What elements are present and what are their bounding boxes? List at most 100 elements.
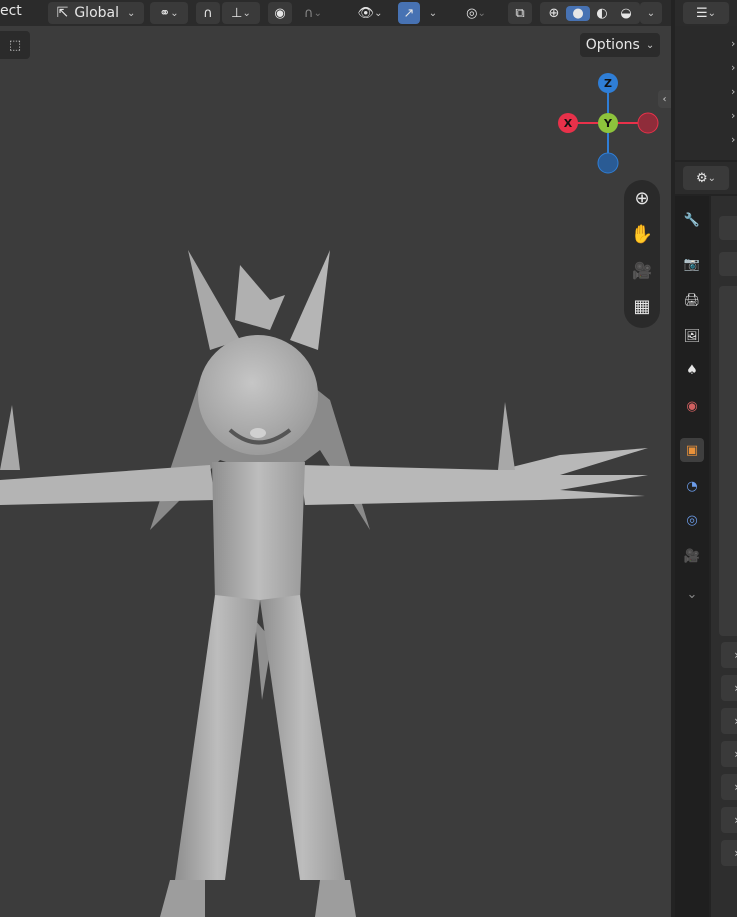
viewport-header: ect ⇱ Global ⌄ ⚭ ⌄ ∩ ⊥ ⌄ ◉ ∩ ⌄ 👁 ⌄ ↗ ⌄ ◎ ⌄ ⧉ …	[0, 0, 671, 26]
z-axis-label: Z	[604, 77, 612, 90]
grid-view-icon: ▦	[633, 295, 651, 317]
transform-panel[interactable]	[719, 286, 737, 636]
scene-icon: ♠	[686, 362, 698, 378]
snap-increment-icon: ⊥	[231, 5, 243, 21]
properties-icon: ⚙	[695, 170, 708, 186]
chevron-down-icon: ⌄	[707, 172, 717, 184]
tab-tool[interactable]: 🔧	[680, 208, 704, 232]
chevron-down-icon: ⌄	[313, 7, 322, 19]
camera-view-button[interactable]: 🎥	[628, 256, 656, 284]
gizmo-dropdown[interactable]: ⌄	[422, 2, 444, 24]
orientation-icon: ⇱	[56, 5, 69, 21]
tab-output[interactable]: 🖨	[680, 288, 704, 312]
y-axis-label: Y	[603, 117, 613, 130]
properties-header: ⚙ ⌄	[675, 162, 737, 194]
zoom-icon: ⊕	[634, 187, 650, 209]
chevron-down-icon: ⌄	[707, 7, 717, 19]
neg-x-axis-handle[interactable]	[637, 112, 659, 134]
tab-render[interactable]: 📷	[680, 252, 704, 276]
navigation-gizmo[interactable]: Z X Y	[555, 70, 661, 176]
properties-editor-dropdown[interactable]: ⚙ ⌄	[683, 166, 729, 190]
overlays-icon: ◎	[466, 5, 478, 21]
pivot-icon: ⚭	[159, 5, 171, 21]
camera-view-icon: 🎥	[632, 260, 652, 280]
outliner-header: ☰ ⌄	[675, 0, 737, 26]
chevron-down-icon: ⌄	[477, 7, 486, 19]
modifier-icon: ◔	[686, 478, 698, 494]
chevron-down-icon: ⌄	[428, 7, 438, 19]
snap-target-dropdown[interactable]: ⊥ ⌄	[222, 2, 260, 24]
options-label: Options	[585, 37, 640, 53]
output-icon: 🖨	[683, 292, 701, 308]
right-editors: ☰⌄ ››››› ⚙⌄ 🔧 📷 🖨 🖼 ♠ ◉ ▣ ◔ ◎ 🎥 ⌄ › › › …	[671, 0, 737, 917]
view-layer-icon: 🖼	[683, 328, 701, 344]
chevron-down-icon: ⌄	[170, 7, 179, 19]
snap-toggle[interactable]: ∩	[196, 2, 220, 24]
render-icon: 📷	[683, 256, 701, 272]
outliner[interactable]: › › › › ›	[675, 26, 737, 160]
data-name-field[interactable]	[719, 252, 737, 276]
gizmo-toggle[interactable]: ↗	[398, 2, 420, 24]
zoom-button[interactable]: ⊕	[628, 184, 656, 212]
select-box-tool[interactable]: ⬚	[0, 31, 30, 59]
sidebar-toggle[interactable]: ‹	[658, 90, 671, 108]
rendered-shading-icon[interactable]: ◒	[614, 6, 638, 21]
tab-physics[interactable]: 🎥	[680, 544, 704, 568]
chevron-down-icon: ⌄	[127, 7, 136, 19]
outliner-icon: ☰	[695, 5, 708, 21]
tab-particles[interactable]: ◎	[680, 508, 704, 532]
wireframe-shading-icon[interactable]: ⊕	[542, 6, 566, 21]
chevron-left-icon: ‹	[662, 93, 667, 105]
outliner-rows: › › › › ›	[731, 37, 736, 146]
tab-more[interactable]: ⌄	[680, 582, 704, 606]
collapsed-panel-5[interactable]: ›	[721, 774, 737, 800]
gizmo-icon: ↗	[403, 5, 415, 21]
falloff-dropdown[interactable]: ∩ ⌄	[294, 2, 332, 24]
x-axis-label: X	[564, 117, 573, 130]
collapsed-panel-2[interactable]: ›	[721, 675, 737, 701]
pivot-point-dropdown[interactable]: ⚭ ⌄	[150, 2, 188, 24]
collapsed-panel-4[interactable]: ›	[721, 741, 737, 767]
collapsed-panel-7[interactable]: ›	[721, 840, 737, 866]
tool-icon: 🔧	[683, 212, 701, 228]
pan-button[interactable]: ✋	[628, 220, 656, 248]
pan-hand-icon: ✋	[630, 223, 654, 245]
overlays-dropdown[interactable]: ◎ ⌄	[452, 2, 500, 24]
eye-icon: 👁	[357, 5, 375, 21]
outliner-display-mode-dropdown[interactable]: ☰ ⌄	[683, 2, 729, 24]
tab-modifier[interactable]: ◔	[680, 474, 704, 498]
mode-label[interactable]: ect	[0, 3, 22, 19]
chevron-down-icon: ⌄	[646, 7, 656, 19]
tab-view-layer[interactable]: 🖼	[680, 324, 704, 348]
object-name-field[interactable]	[719, 216, 737, 240]
tab-object[interactable]: ▣	[680, 438, 704, 462]
collapsed-panel-6[interactable]: ›	[721, 807, 737, 833]
xray-icon: ⧉	[515, 5, 525, 21]
tab-world[interactable]: ◉	[680, 394, 704, 418]
magnet-icon: ∩	[203, 5, 213, 21]
proportional-edit-icon: ◉	[274, 5, 286, 21]
collapsed-panel-3[interactable]: ›	[721, 708, 737, 734]
chevron-down-icon: ⌄	[645, 39, 655, 51]
chevron-down-icon: ⌄	[686, 586, 698, 602]
physics-icon: 🎥	[683, 548, 701, 564]
orientation-dropdown[interactable]: ⇱ Global ⌄	[48, 2, 144, 24]
xray-toggle[interactable]: ⧉	[508, 2, 532, 24]
particles-icon: ◎	[686, 512, 698, 528]
grid-view-button[interactable]: ▦	[628, 292, 656, 320]
material-shading-icon[interactable]: ◐	[590, 6, 614, 21]
solid-shading-icon[interactable]: ●	[566, 5, 590, 21]
options-dropdown[interactable]: Options ⌄	[580, 33, 660, 57]
shading-dropdown[interactable]: ⌄	[640, 2, 662, 24]
chevron-down-icon: ⌄	[242, 7, 251, 19]
falloff-curve-icon: ∩	[304, 5, 314, 21]
object-icon: ▣	[685, 442, 699, 458]
3d-viewport[interactable]: ect ⇱ Global ⌄ ⚭ ⌄ ∩ ⊥ ⌄ ◉ ∩ ⌄ 👁 ⌄ ↗ ⌄ ◎ ⌄ ⧉ …	[0, 0, 671, 917]
tab-scene[interactable]: ♠	[680, 358, 704, 382]
properties-tabs: 🔧 📷 🖨 🖼 ♠ ◉ ▣ ◔ ◎ 🎥 ⌄	[675, 196, 709, 917]
proportional-edit-toggle[interactable]: ◉	[268, 2, 292, 24]
orientation-label: Global	[74, 5, 119, 21]
visibility-dropdown[interactable]: 👁 ⌄	[350, 2, 390, 24]
neg-z-axis-handle[interactable]	[597, 152, 619, 174]
collapsed-panel-1[interactable]: ›	[721, 642, 737, 668]
